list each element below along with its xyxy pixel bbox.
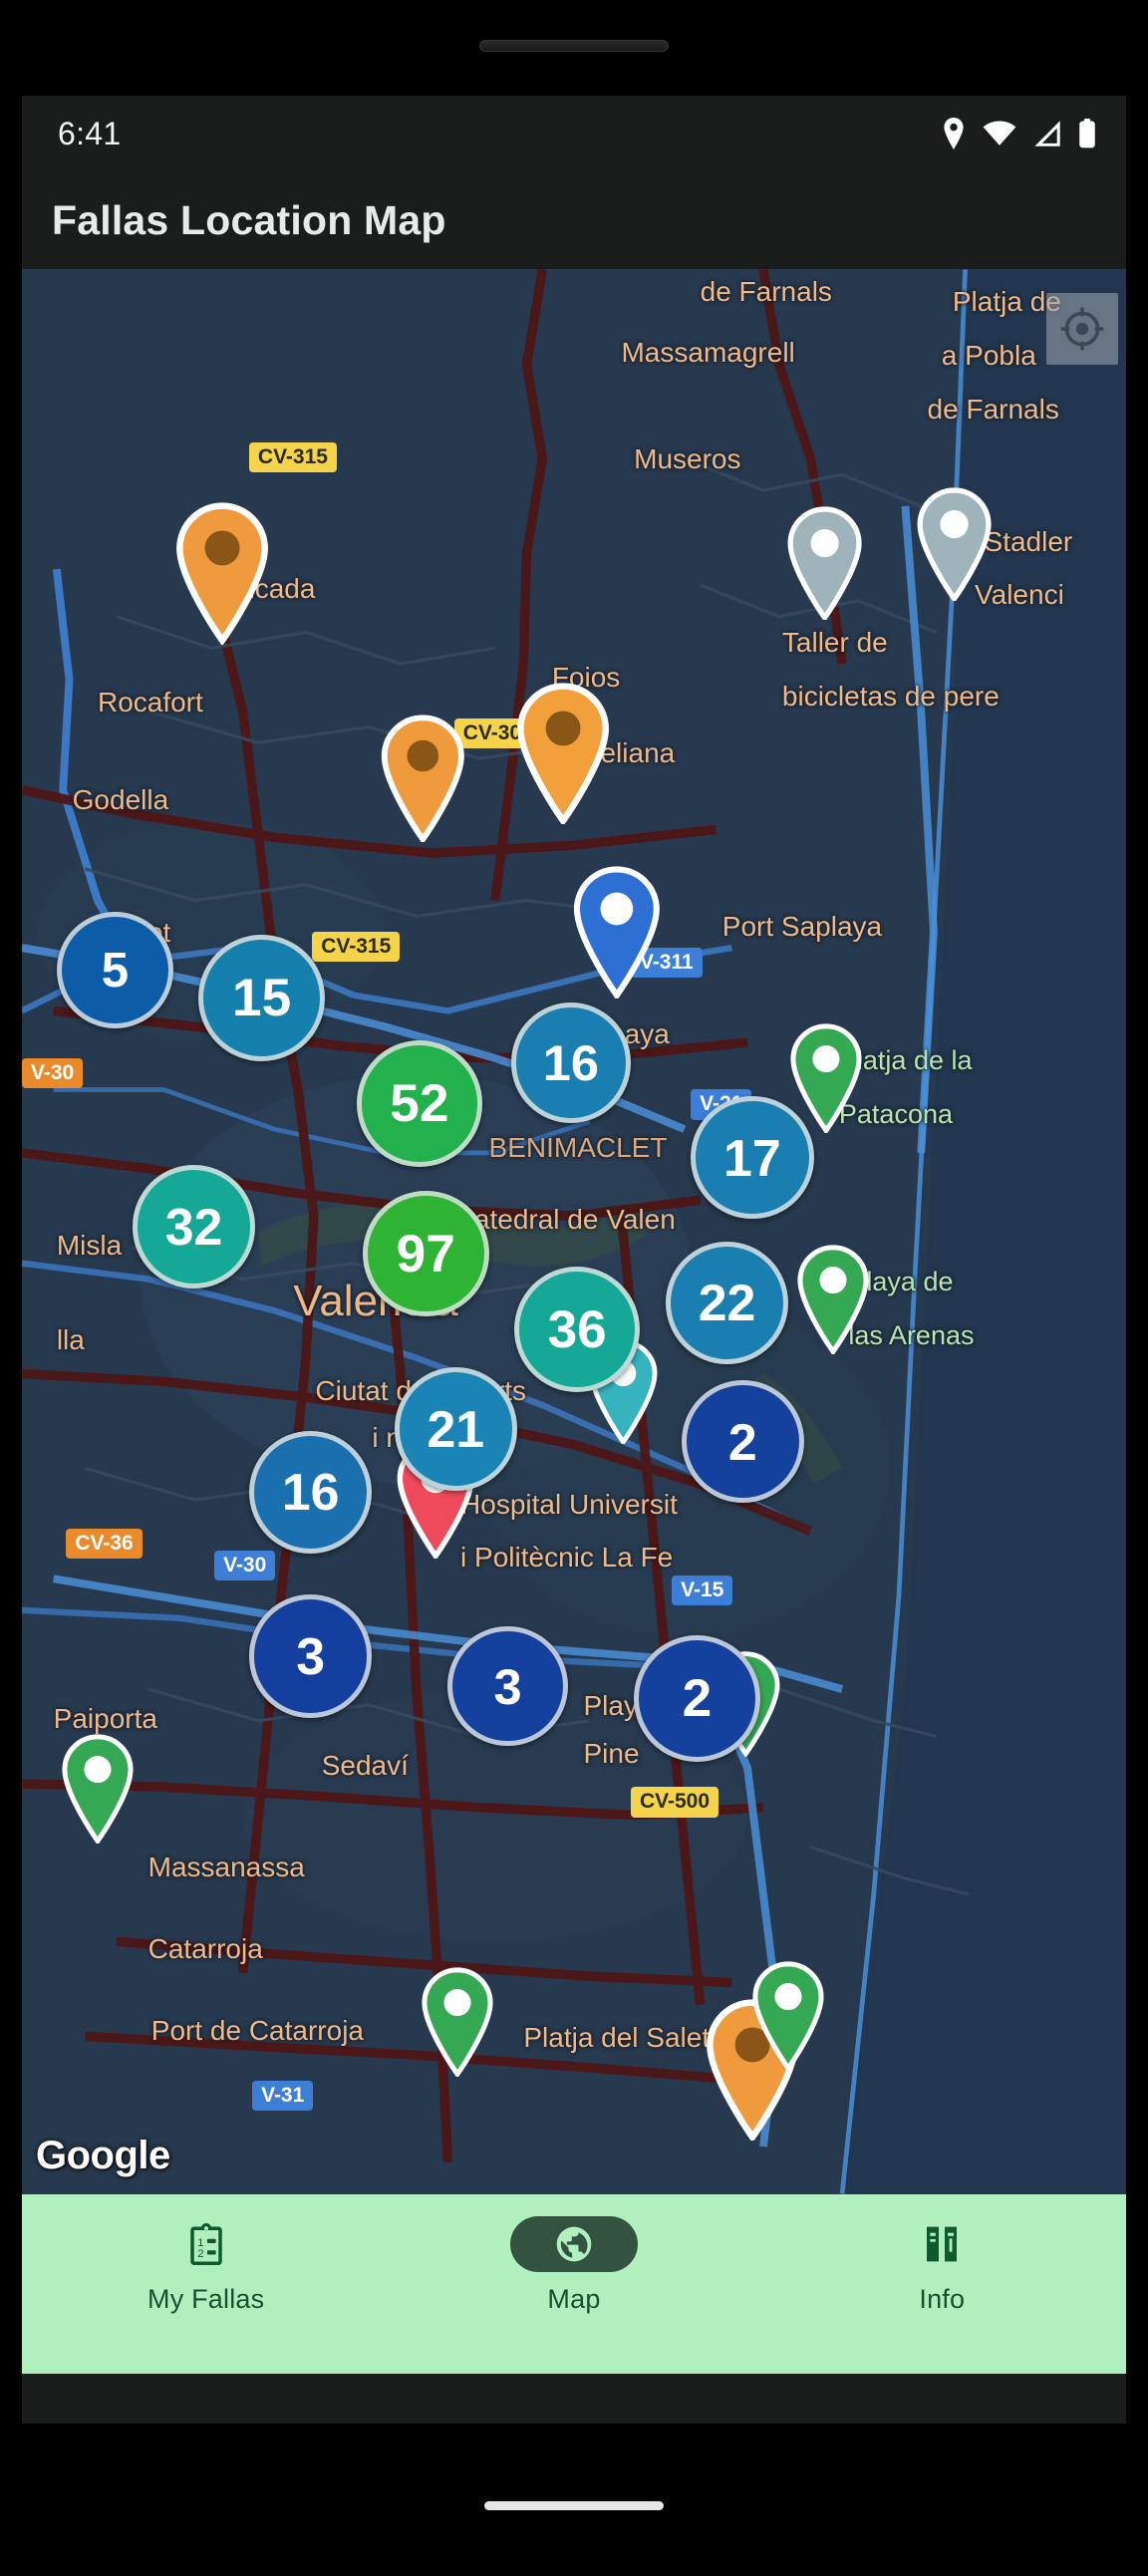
cluster-marker[interactable]: 5 [56,911,173,1028]
google-attribution: Google [36,2134,170,2177]
fallas-pin-icon[interactable] [173,502,271,647]
cluster-count: 22 [698,1274,756,1332]
cluster-count: 52 [390,1074,449,1134]
cluster-count: 21 [427,1399,485,1458]
phone-frame: 6:41 Fallas Location Map de Farnals Mass… [0,0,1148,2576]
clipboard-list-icon: 1 2 [189,2223,222,2265]
road-shield: V-30 [22,1057,84,1088]
nav-pill-map [509,2216,638,2272]
port-pin-icon[interactable] [420,1967,495,2079]
cluster-marker[interactable]: 32 [132,1165,256,1288]
grey-pin-icon[interactable] [785,505,864,622]
location-icon [944,118,964,149]
nav-label-my-fallas: My Fallas [147,2284,265,2314]
cluster-count: 17 [723,1128,781,1187]
grey-pin-icon[interactable] [915,486,994,603]
beach-pin-icon[interactable] [795,1244,871,1356]
status-bar: 6:41 [22,96,1126,171]
cluster-count: 16 [281,1463,340,1522]
page-title: Fallas Location Map [52,196,446,243]
nav-pill-info [878,2216,1005,2272]
speaker-grille [479,40,669,52]
nav-item-info[interactable]: Info [758,2194,1126,2315]
device-screen: 6:41 Fallas Location Map de Farnals Mass… [22,96,1126,2424]
nav-label-info: Info [919,2284,966,2314]
app-bar: Fallas Location Map [22,171,1126,269]
cluster-marker[interactable]: 17 [691,1095,814,1220]
road-shield: CV-500 [630,1787,719,1818]
cluster-marker[interactable]: 15 [198,935,325,1061]
road-shield: CV-36 [66,1528,143,1559]
cluster-marker[interactable]: 3 [248,1594,373,1718]
nav-label-map: Map [547,2284,601,2314]
cluster-count: 15 [232,969,292,1028]
road-shield: V-30 [214,1550,276,1581]
cluster-count: 36 [547,1299,607,1359]
fallas-pin-icon[interactable] [379,714,467,844]
globe-icon [556,2226,592,2262]
battery-icon [1079,119,1095,148]
cluster-count: 16 [542,1034,599,1092]
my-location-button[interactable] [1046,293,1118,365]
book-info-icon [927,2226,958,2262]
road-shield: V-31 [252,2080,314,2112]
nav-pill-my-fallas: 1 2 [143,2216,270,2272]
cluster-count: 97 [396,1224,455,1284]
my-location-icon [1060,307,1104,351]
park-pin-icon[interactable] [60,1733,136,1846]
road-shield: CV-315 [312,932,401,963]
cluster-count: 2 [727,1412,757,1471]
bottom-navigation: 1 2 My Fallas Map Info [22,2194,1126,2374]
beach-pin-icon[interactable] [788,1023,864,1135]
nav-item-my-fallas[interactable]: 1 2 My Fallas [22,2194,390,2315]
cell-signal-icon [1034,121,1060,146]
cluster-count: 3 [296,1626,326,1685]
wifi-icon [983,121,1016,145]
status-clock: 6:41 [58,115,122,151]
cluster-marker[interactable]: 97 [362,1190,489,1317]
cluster-marker[interactable]: 16 [510,1002,631,1123]
road-shield: V-15 [672,1575,733,1606]
status-icons [941,118,1096,149]
cluster-count: 3 [493,1657,522,1715]
gesture-navigation-bar[interactable] [484,2501,664,2510]
nav-item-map[interactable]: Map [390,2194,757,2315]
cluster-marker[interactable]: 16 [248,1430,373,1554]
cluster-marker[interactable]: 2 [681,1379,805,1504]
cluster-marker[interactable]: 3 [447,1625,568,1747]
cluster-count: 2 [682,1669,713,1729]
svg-text:1: 1 [197,2237,203,2249]
cluster-marker[interactable]: 22 [665,1241,789,1364]
cluster-count: 5 [101,942,130,998]
user-location-pin-icon[interactable] [571,865,663,1001]
svg-text:2: 2 [197,2248,203,2260]
cluster-marker[interactable]: 52 [356,1040,483,1167]
fallas-pin-icon[interactable] [514,683,612,827]
road-shield: CV-315 [248,442,337,473]
beach-pin-icon[interactable] [750,1960,826,2073]
cluster-count: 32 [164,1198,223,1257]
cluster-marker[interactable]: 36 [513,1266,641,1393]
cluster-marker[interactable]: 21 [394,1367,517,1491]
cluster-marker[interactable]: 2 [634,1635,760,1763]
map-view[interactable]: de Farnals Massamagrell Platja de a Pobla de… [22,269,1126,2194]
